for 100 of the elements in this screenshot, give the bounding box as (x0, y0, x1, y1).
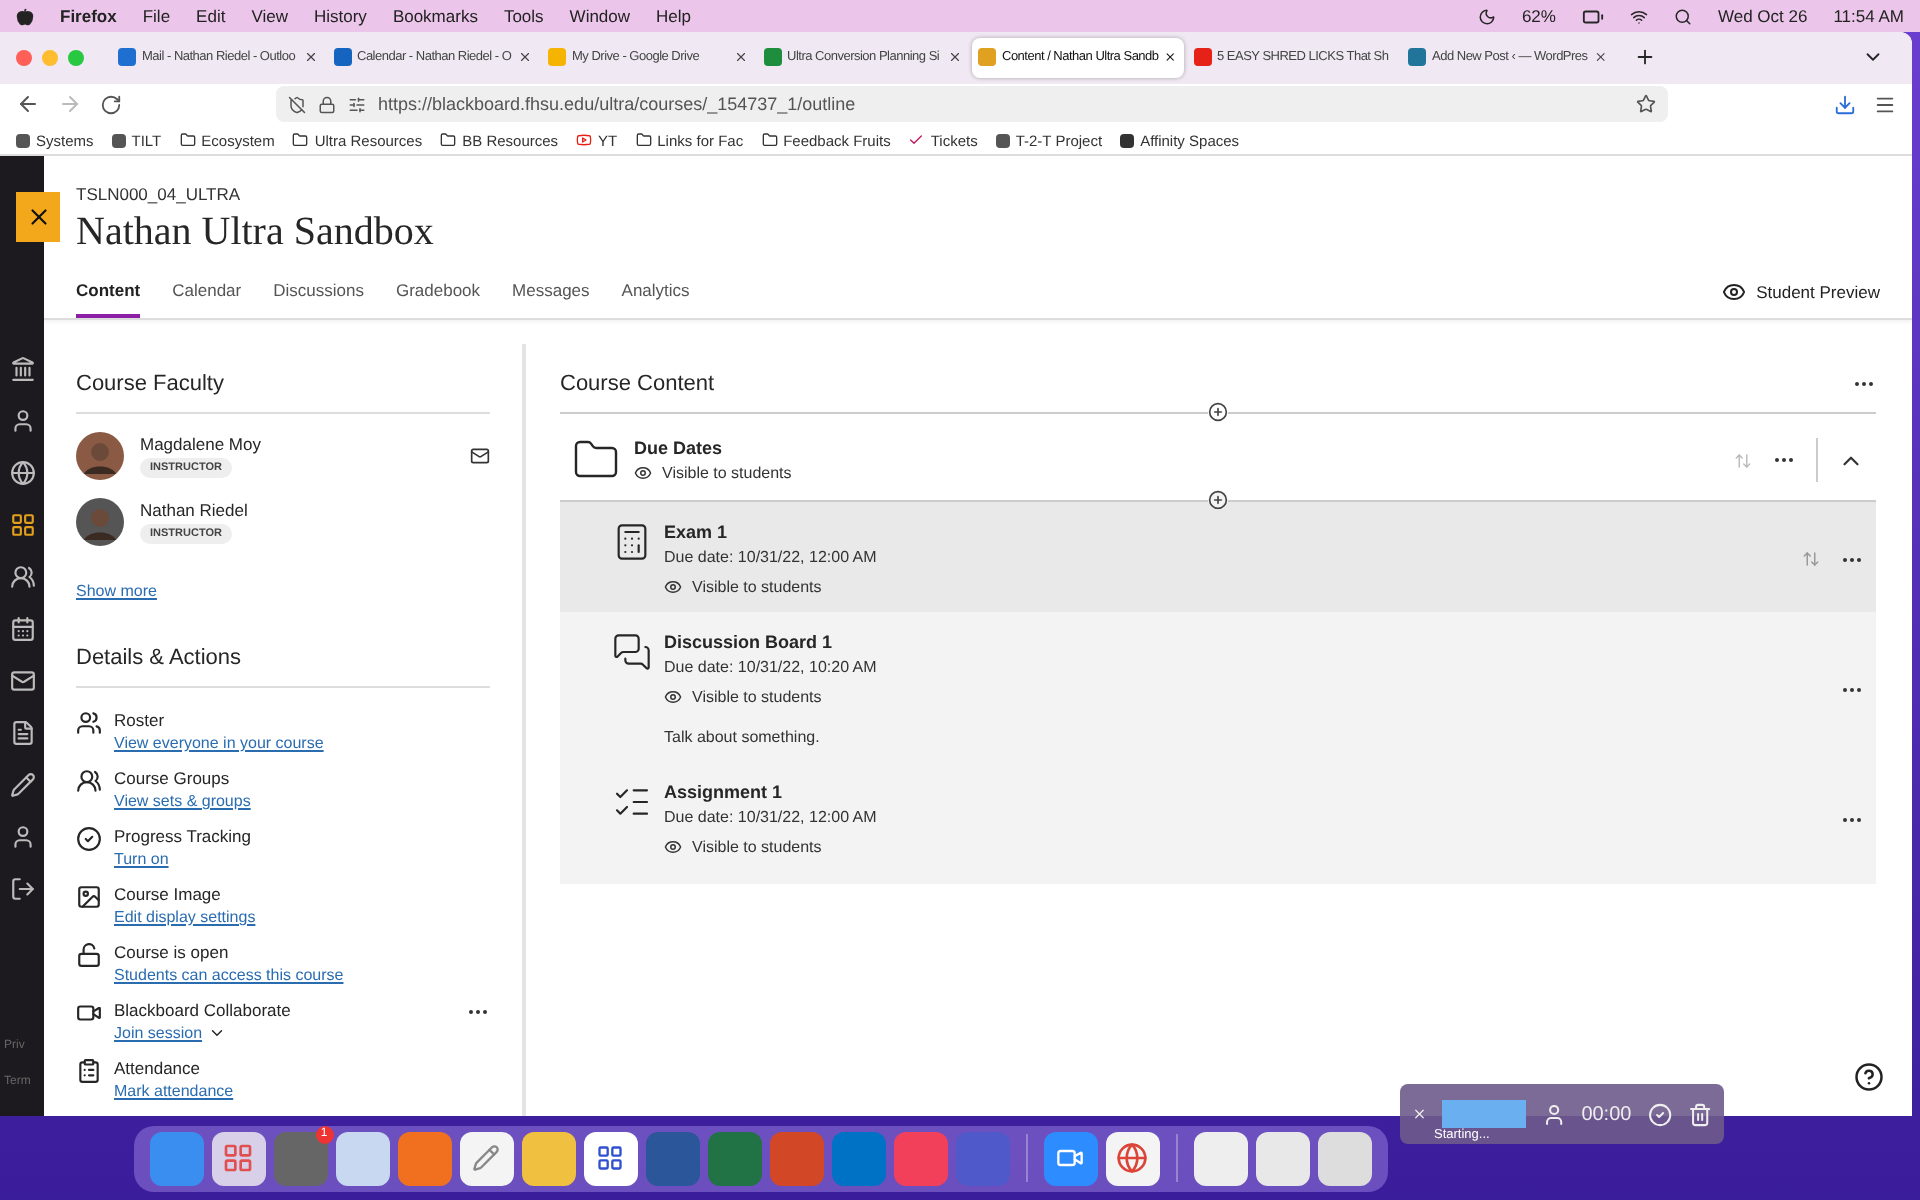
app-icon[interactable] (583, 1131, 637, 1185)
detail-link[interactable]: Join session (114, 1024, 203, 1042)
close-button[interactable] (16, 192, 60, 242)
due-date: Due date: 10/31/22, 12:00 AM (664, 548, 879, 566)
wifi-icon[interactable] (1629, 7, 1648, 25)
groups-icon[interactable] (9, 564, 35, 590)
detail-link[interactable]: View sets & groups (114, 792, 251, 810)
visibility-status[interactable]: Visible to students (664, 688, 1828, 706)
shield-icon[interactable] (288, 95, 306, 114)
site-icon (1120, 133, 1135, 148)
menu-item[interactable]: Tools (503, 6, 544, 26)
bookmark-star-icon[interactable] (1636, 94, 1656, 115)
window-thumbnail-icon[interactable] (1255, 1131, 1309, 1185)
menu-item[interactable]: History (313, 6, 367, 26)
content-item[interactable]: Discussion Board 1 Due date: 10/31/22, 10:20 AM Visible to students Talk about something. (560, 612, 1876, 762)
lock-icon[interactable] (318, 95, 336, 114)
user-icon[interactable] (9, 824, 35, 850)
chrome-icon[interactable] (1105, 1131, 1159, 1185)
menu-item[interactable]: View (251, 6, 288, 26)
download-icon[interactable] (1834, 93, 1856, 116)
menu-item[interactable]: Edit (196, 6, 226, 26)
institution-icon[interactable] (9, 356, 35, 382)
app-menu[interactable]: Firefox (60, 6, 117, 26)
avatar (76, 498, 124, 546)
course-tab[interactable]: Analytics (621, 280, 690, 318)
globe-icon[interactable] (9, 460, 35, 486)
course-tab[interactable]: Discussions (273, 280, 364, 318)
folder-title[interactable]: Due Dates (634, 438, 1720, 458)
eye-icon (634, 464, 652, 482)
menu-item[interactable]: Help (656, 6, 692, 26)
menu-item[interactable]: File (142, 6, 171, 26)
item-title[interactable]: Exam 1 (664, 522, 1790, 542)
menu-item[interactable]: Bookmarks (392, 6, 478, 26)
course-tab[interactable]: Content (76, 280, 141, 318)
moon-icon[interactable] (1477, 7, 1496, 25)
detail-link[interactable]: Mark attendance (114, 1082, 234, 1100)
finish-icon[interactable] (1647, 1101, 1672, 1127)
dropdown-caret-icon[interactable] (208, 1024, 227, 1042)
course-title: Nathan Ultra Sandbox (76, 210, 436, 256)
detail-link[interactable]: Turn on (114, 850, 169, 868)
content-item[interactable]: Exam 1 Due date: 10/31/22, 12:00 AM Visible to students (560, 502, 1876, 612)
eye-icon (664, 688, 682, 706)
visibility-status[interactable]: Visible to students (664, 838, 1828, 856)
visibility-status[interactable]: Visible to students (634, 464, 1720, 482)
attendance-icon (76, 1058, 102, 1084)
item-title[interactable]: Discussion Board 1 (664, 632, 1828, 652)
add-content-button[interactable] (1208, 490, 1228, 510)
search-icon[interactable] (1673, 7, 1692, 25)
show-more-link[interactable]: Show more (76, 582, 157, 600)
detail-title: Blackboard Collaborate (114, 1000, 293, 1020)
menu-icon[interactable] (1874, 93, 1896, 116)
faculty-name: Magdalene Moy (140, 434, 263, 454)
course-code: TSLN000_04_ULTRA (76, 184, 243, 204)
close-icon[interactable] (1164, 50, 1177, 65)
menu-item[interactable]: Window (569, 6, 631, 26)
battery-icon[interactable] (1581, 5, 1604, 27)
visibility-status[interactable]: Visible to students (664, 578, 1790, 596)
detail-link[interactable]: View everyone in your course (114, 734, 324, 752)
mail-icon[interactable] (9, 668, 35, 694)
close-icon[interactable] (303, 50, 317, 65)
section-heading: Course Faculty (76, 372, 490, 414)
close-icon[interactable] (1593, 50, 1607, 65)
apple-icon[interactable] (16, 7, 34, 25)
close-window-button[interactable] (16, 49, 32, 66)
back-icon[interactable] (16, 92, 40, 117)
pencil-icon[interactable] (9, 772, 35, 798)
site-icon (16, 133, 30, 148)
close-icon[interactable] (948, 50, 962, 65)
sign-out-icon[interactable] (9, 876, 35, 902)
new-tab-icon[interactable] (1633, 46, 1655, 69)
check-icon (908, 132, 925, 149)
address-bar[interactable]: https://blackboard.fhsu.edu/ultra/courses/_154737_1/outline (276, 86, 1668, 123)
student-preview-button[interactable]: Student Preview (1722, 280, 1880, 318)
course-tab[interactable]: Gradebook (395, 280, 481, 318)
content-item[interactable]: Assignment 1 Due date: 10/31/22, 12:00 AM Visible to students (560, 762, 1876, 872)
calendar-icon[interactable] (9, 616, 35, 642)
video-call-icon[interactable] (1043, 1131, 1097, 1185)
window-thumbnail-icon[interactable] (1193, 1131, 1247, 1185)
notes-icon[interactable] (459, 1131, 513, 1185)
profile-icon[interactable] (9, 408, 35, 434)
course-tab[interactable]: Messages (512, 280, 590, 318)
detail-link[interactable]: Students can access this course (114, 966, 344, 984)
item-description: Talk about something. (664, 728, 822, 746)
detail-link[interactable]: Edit display settings (114, 908, 256, 926)
delete-icon[interactable] (1687, 1101, 1712, 1127)
launchpad-icon[interactable] (211, 1131, 265, 1185)
courses-icon[interactable] (9, 512, 35, 538)
email-button[interactable] (470, 446, 490, 466)
site-icon (111, 133, 126, 148)
document-icon[interactable] (9, 720, 35, 746)
help-button[interactable] (1854, 1062, 1884, 1092)
add-content-button[interactable] (1208, 402, 1228, 422)
item-title[interactable]: Assignment 1 (664, 782, 1828, 802)
course-tab[interactable]: Calendar (172, 280, 242, 318)
close-icon[interactable] (733, 50, 747, 65)
reload-icon[interactable] (100, 93, 122, 116)
camera-icon[interactable] (1541, 1101, 1566, 1127)
permissions-icon[interactable] (348, 95, 366, 114)
folder-icon (635, 132, 652, 149)
close-icon[interactable] (518, 50, 532, 65)
